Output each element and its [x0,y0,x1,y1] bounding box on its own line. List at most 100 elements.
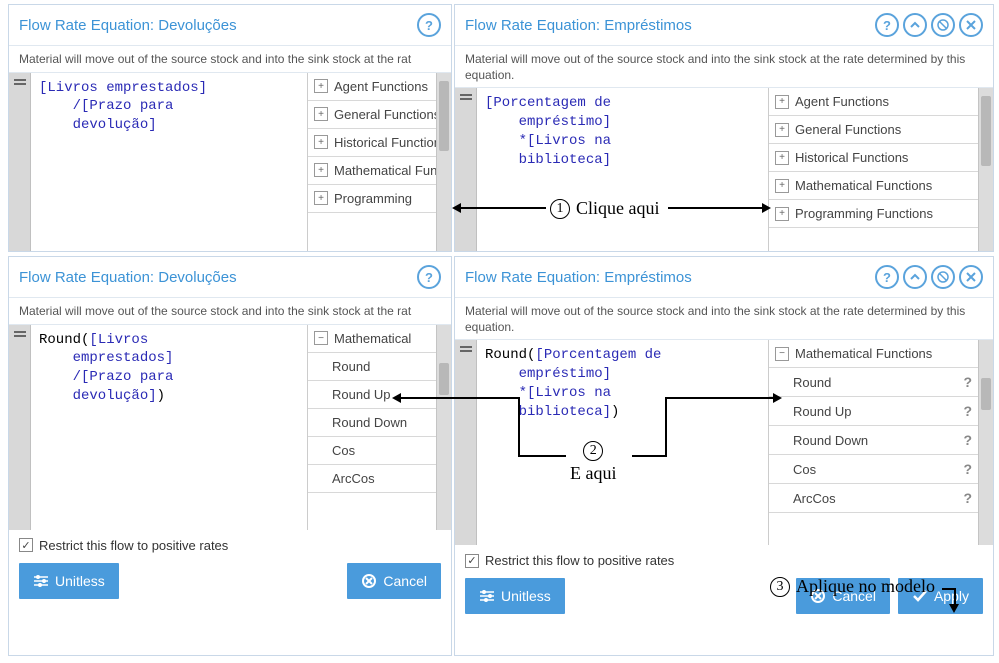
fn-round[interactable]: Round? [769,368,978,397]
fn-category-agent[interactable]: +Agent Functions [769,88,978,116]
help-icon[interactable]: ? [963,490,972,506]
expand-icon: + [314,135,328,149]
collapse-icon: − [775,347,789,361]
fn-category-mathematical[interactable]: + Mathematical Functions [308,157,436,185]
fn-label: Round Up [332,387,391,402]
button-label: Cancel [383,573,427,589]
function-list: +Agent Functions +General Functions +His… [307,73,451,251]
panel-description: Material will move out of the source sto… [455,46,993,88]
help-icon[interactable]: ? [875,13,899,37]
fn-label: Programming Functions [795,206,933,221]
drag-handle-icon[interactable] [9,325,31,530]
cancel-button[interactable]: Cancel [347,563,441,599]
header-icons: ? [417,265,441,289]
panel-title: Flow Rate Equation: Empréstimos [465,17,875,34]
fn-label: Round Down [793,433,868,448]
help-icon[interactable]: ? [875,265,899,289]
panel-description: Material will move out of the source sto… [9,46,451,73]
restrict-label: Restrict this flow to positive rates [485,553,674,568]
help-icon[interactable]: ? [963,403,972,419]
equation-editor[interactable]: [Livros emprestados] /[Prazo para devolu… [9,73,307,251]
fn-rounddown[interactable]: Round Down? [769,426,978,455]
grid-icon[interactable] [931,13,955,37]
restrict-checkbox-row[interactable]: ✓ Restrict this flow to positive rates [455,545,993,572]
fn-roundup[interactable]: Round Up? [769,397,978,426]
help-icon[interactable]: ? [963,461,972,477]
fn-round[interactable]: Round [308,353,436,381]
fn-category-programming[interactable]: +Programming Functions [769,200,978,228]
fn-arccos[interactable]: ArcCos? [769,484,978,513]
panel-emprestimos-top: Flow Rate Equation: Empréstimos ? Materi… [454,4,994,252]
equation-editor[interactable]: [Porcentagem de empréstimo] *[Livros na … [455,88,768,251]
fn-category-agent[interactable]: + Agent Functions [308,73,436,101]
fn-label: Programming [334,191,412,206]
equation-text[interactable]: Round(Round([Livros emprestados] /[Prazo… [31,325,307,530]
button-label: Cancel [832,588,876,604]
fn-category-programming[interactable]: +Programming [308,185,436,213]
panel-title: Flow Rate Equation: Devoluções [19,269,417,286]
equation-text[interactable]: [Porcentagem de empréstimo] *[Livros na … [477,88,768,251]
header-icons: ? [875,13,983,37]
help-icon[interactable]: ? [963,374,972,390]
fn-label: Agent Functions [334,79,428,94]
close-icon[interactable] [959,13,983,37]
cancel-icon [361,573,377,589]
restrict-label: Restrict this flow to positive rates [39,538,228,553]
fn-category-historical[interactable]: +Historical Functions [308,129,436,157]
drag-handle-icon[interactable] [455,88,477,251]
fn-cos[interactable]: Cos [308,437,436,465]
fn-category-mathematical[interactable]: +Mathematical Functions [769,172,978,200]
grid-icon[interactable] [931,265,955,289]
fn-arccos[interactable]: ArcCos [308,465,436,493]
apply-button[interactable]: Apply [898,578,983,614]
expand-icon: + [775,179,789,193]
collapse-icon[interactable] [903,265,927,289]
expand-icon: + [314,163,328,177]
help-icon[interactable]: ? [963,432,972,448]
sliders-icon [479,589,495,603]
fn-category-mathematical[interactable]: −Mathematical [308,325,436,353]
button-label: Unitless [501,588,551,604]
panel-emprestimos-bottom: Flow Rate Equation: Empréstimos ? Materi… [454,256,994,656]
panel-header: Flow Rate Equation: Empréstimos ? [455,5,993,46]
fn-category-mathematical[interactable]: −Mathematical Functions [769,340,978,368]
expand-icon: + [314,79,328,93]
fn-label: Round [332,359,370,374]
button-label: Unitless [55,573,105,589]
cancel-button[interactable]: Cancel [796,578,890,614]
unitless-button[interactable]: Unitless [465,578,565,614]
expand-icon: + [775,123,789,137]
panel-body: Round(Round([Livros emprestados] /[Prazo… [9,325,451,530]
drag-handle-icon[interactable] [455,340,477,545]
help-icon[interactable]: ? [417,265,441,289]
scrollbar[interactable] [436,325,451,530]
fn-label: Mathematical Functions [334,163,436,178]
help-icon[interactable]: ? [417,13,441,37]
equation-text[interactable]: [Livros emprestados] /[Prazo para devolu… [31,73,307,251]
checkbox-icon[interactable]: ✓ [19,538,33,552]
fn-category-historical[interactable]: +Historical Functions [769,144,978,172]
equation-text[interactable]: Round([Porcentagem de empréstimo] *[Livr… [477,340,768,545]
scrollbar[interactable] [978,340,993,545]
panel-body: [Livros emprestados] /[Prazo para devolu… [9,73,451,251]
fn-label: General Functions [334,107,436,122]
collapse-icon[interactable] [903,13,927,37]
unitless-button[interactable]: Unitless [19,563,119,599]
function-list: −Mathematical Round Round Up Round Down … [307,325,451,530]
fn-category-general[interactable]: +General Functions [769,116,978,144]
close-icon[interactable] [959,265,983,289]
fn-label: Cos [793,462,816,477]
fn-label: Mathematical Functions [795,346,932,361]
fn-rounddown[interactable]: Round Down [308,409,436,437]
equation-editor[interactable]: Round(Round([Livros emprestados] /[Prazo… [9,325,307,530]
scrollbar[interactable] [978,88,993,251]
fn-category-general[interactable]: +General Functions [308,101,436,129]
fn-cos[interactable]: Cos? [769,455,978,484]
sliders-icon [33,574,49,588]
restrict-checkbox-row[interactable]: ✓ Restrict this flow to positive rates [9,530,451,557]
scrollbar[interactable] [436,73,451,251]
checkbox-icon[interactable]: ✓ [465,554,479,568]
drag-handle-icon[interactable] [9,73,31,251]
equation-editor[interactable]: Round([Porcentagem de empréstimo] *[Livr… [455,340,768,545]
fn-roundup[interactable]: Round Up [308,381,436,409]
